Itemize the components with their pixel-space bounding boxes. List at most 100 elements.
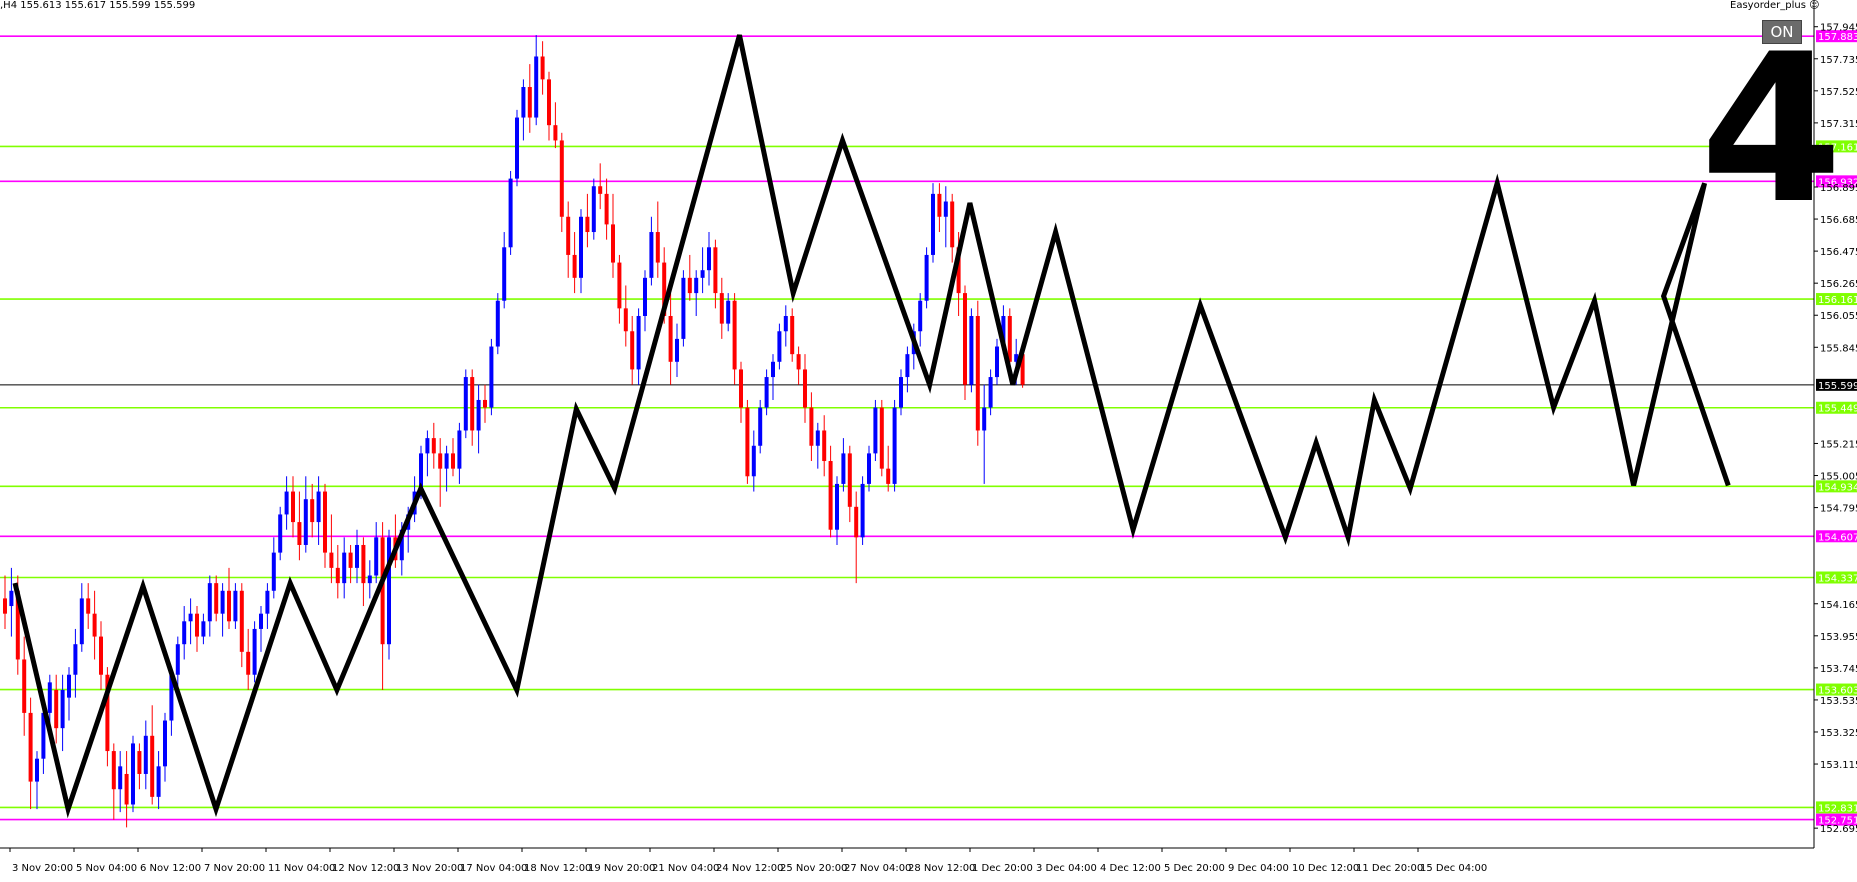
x-tick-label: 3 Dec 04:00 xyxy=(1036,863,1097,874)
candle-body xyxy=(719,293,724,324)
candle-body xyxy=(380,537,385,645)
candle-body xyxy=(585,216,590,233)
candle-body xyxy=(79,598,84,645)
candle-body xyxy=(527,87,532,118)
candle-body xyxy=(937,193,942,217)
candle-body xyxy=(591,186,596,233)
candle-body xyxy=(540,56,545,80)
candle-body xyxy=(233,590,238,622)
candle-body xyxy=(809,407,814,446)
candle-body xyxy=(835,483,839,530)
candle-body xyxy=(771,361,775,378)
candle-body xyxy=(60,690,65,729)
x-tick-label: 21 Nov 04:00 xyxy=(652,863,719,874)
candle-body xyxy=(636,315,641,370)
current-price-label-text: 155.599 xyxy=(1818,381,1857,392)
candle-body xyxy=(963,293,967,385)
zigzag-layer xyxy=(12,34,1731,819)
level-price-label: 155.449 xyxy=(1816,401,1857,415)
candle-body xyxy=(489,346,494,408)
candle-body xyxy=(86,598,91,614)
candle-body xyxy=(995,346,999,378)
candle-body xyxy=(28,712,33,782)
price-chart[interactable]: 157.883157.161156.932156.161155.449154.9… xyxy=(0,0,1857,882)
candle-body xyxy=(47,682,52,713)
candle-body xyxy=(188,613,193,622)
candle-body xyxy=(803,369,807,408)
candle-body xyxy=(265,590,270,614)
candle-body xyxy=(508,178,513,248)
y-tick-label: 153.115 xyxy=(1820,760,1857,771)
y-tick-label: 152.695 xyxy=(1820,824,1857,835)
candle-body xyxy=(137,751,142,774)
level-price-label-text: 154.337 xyxy=(1818,573,1857,584)
x-tick-label: 9 Dec 04:00 xyxy=(1228,863,1289,874)
time-axis: 3 Nov 20:00 5 Nov 04:00 6 Nov 12:00 7 Nov 2… xyxy=(0,847,1814,874)
candle-body xyxy=(822,430,827,462)
horizontal-levels-layer: 157.883157.161156.932156.161155.449154.9… xyxy=(0,30,1857,827)
level-price-label-text: 154.607 xyxy=(1818,532,1857,543)
y-tick-label: 153.745 xyxy=(1820,664,1857,675)
candle-body xyxy=(924,254,929,301)
candle-body xyxy=(182,621,187,645)
candle-body xyxy=(681,277,686,339)
y-tick-label: 156.265 xyxy=(1820,279,1857,290)
candle-body xyxy=(329,552,334,568)
candle-body xyxy=(278,514,283,553)
candle-body xyxy=(572,254,577,278)
candle-body xyxy=(425,438,430,454)
candle-body xyxy=(668,315,673,362)
candle-body xyxy=(9,590,14,607)
candle-body xyxy=(854,506,859,538)
candle-body xyxy=(342,552,347,584)
candle-body xyxy=(67,674,71,698)
candle-body xyxy=(227,590,231,622)
x-tick-label: 15 Dec 04:00 xyxy=(1420,863,1487,874)
candle-body xyxy=(604,193,609,225)
candle-body xyxy=(553,125,558,141)
level-price-label: 153.603 xyxy=(1816,683,1857,697)
x-tick-label: 7 Nov 20:00 xyxy=(204,863,265,874)
x-tick-label: 10 Dec 12:00 xyxy=(1292,863,1359,874)
candle-body xyxy=(259,613,263,629)
candle-body xyxy=(918,300,923,332)
candle-body xyxy=(99,636,103,675)
candle-body xyxy=(92,613,97,637)
candle-body xyxy=(783,315,788,332)
x-tick-label: 12 Nov 12:00 xyxy=(332,863,399,874)
candle-body xyxy=(361,544,366,584)
x-tick-label: 6 Nov 12:00 xyxy=(140,863,201,874)
candle-body xyxy=(355,544,359,568)
candle-body xyxy=(617,262,622,309)
zigzag-line xyxy=(12,34,1731,819)
candle-body xyxy=(873,407,878,454)
current-price-label: 155.599 xyxy=(1816,378,1857,392)
candle-body xyxy=(649,232,654,278)
candle-body xyxy=(175,644,180,675)
candle-body xyxy=(566,216,571,255)
candle-body xyxy=(879,407,884,469)
candle-body xyxy=(675,338,679,362)
candle-body xyxy=(969,315,974,385)
x-tick-label: 3 Nov 20:00 xyxy=(12,863,73,874)
candle-body xyxy=(374,537,379,576)
candle-body xyxy=(892,407,897,484)
expert-name-text: Easyorder_plus ☺ xyxy=(1730,0,1820,11)
candle-body xyxy=(867,453,871,484)
candle-body xyxy=(348,552,353,568)
candle-body xyxy=(847,453,852,507)
level-price-label-text: 155.449 xyxy=(1818,404,1857,415)
candle-body xyxy=(745,407,750,477)
y-tick-label: 153.535 xyxy=(1820,696,1857,707)
candles-layer xyxy=(3,35,1025,828)
candle-body xyxy=(796,354,801,370)
x-tick-label: 4 Dec 12:00 xyxy=(1100,863,1161,874)
y-tick-label: 156.055 xyxy=(1820,311,1857,322)
candle-body xyxy=(163,720,167,767)
candle-body xyxy=(252,628,257,675)
candle-body xyxy=(246,651,251,675)
level-price-label: 154.337 xyxy=(1816,571,1857,584)
candle-body xyxy=(700,270,705,278)
candle-body xyxy=(751,445,756,477)
candle-body xyxy=(988,377,993,408)
